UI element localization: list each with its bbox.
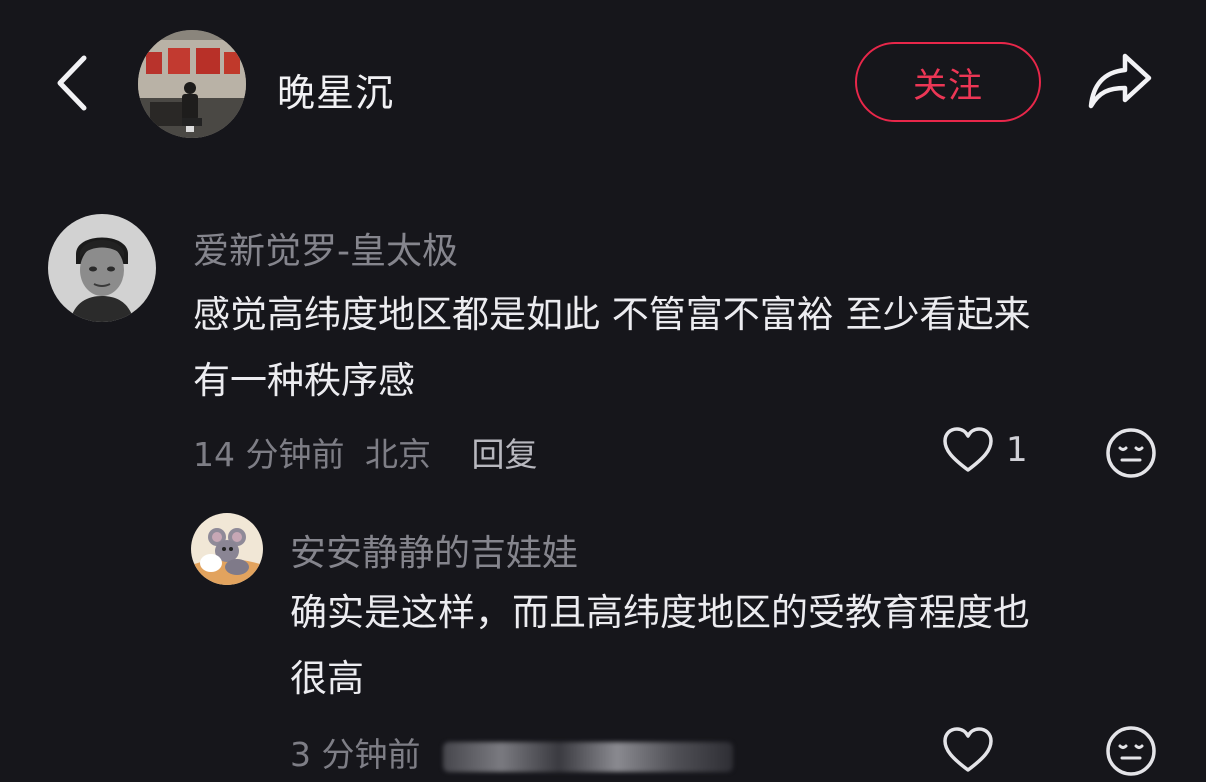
heart-icon [943, 727, 993, 772]
share-arrow-icon [1088, 53, 1152, 109]
back-chevron-icon [57, 55, 87, 111]
comment-text: 感觉高纬度地区都是如此 不管富不富裕 至少看起来 有一种秩序感 [193, 282, 1031, 414]
reply-like-button[interactable] [942, 726, 994, 774]
reply-dislike-button[interactable] [1104, 724, 1158, 782]
reply-meta: 3 分钟前 [290, 728, 733, 776]
blurred-location-overlay [443, 741, 733, 772]
neutral-face-icon [1106, 726, 1156, 776]
commenter-name[interactable]: 爱新觉罗-皇太极 [193, 222, 458, 274]
comment-text-line: 感觉高纬度地区都是如此 不管富不富裕 至少看起来 [193, 293, 1031, 336]
heart-icon [943, 427, 993, 472]
comment-meta: 14 分钟前 北京 回复 [193, 428, 537, 476]
dislike-button[interactable] [1104, 426, 1158, 484]
neutral-face-icon [1106, 428, 1156, 478]
reply-time: 3 分钟前 [290, 735, 421, 774]
like-button[interactable]: 1 [942, 426, 1028, 474]
reply-button[interactable]: 回复 [471, 435, 537, 474]
reply-text-line: 很高 [290, 657, 364, 700]
reply-user-name[interactable]: 安安静静的吉娃娃 [290, 524, 578, 576]
comment-time: 14 分钟前 [193, 435, 345, 474]
comment-location: 北京 [364, 435, 431, 474]
reply-text-line: 确实是这样，而且高纬度地区的受教育程度也 [290, 591, 1030, 634]
follow-button[interactable]: 关注 [855, 42, 1041, 122]
author-name[interactable]: 晚星沉 [277, 62, 394, 117]
reply-avatar[interactable] [191, 513, 263, 585]
comment-text-line: 有一种秩序感 [193, 359, 415, 402]
reply-text: 确实是这样，而且高纬度地区的受教育程度也 很高 [290, 580, 1030, 712]
reply-avatar-image [191, 513, 263, 585]
author-avatar-image [138, 30, 246, 138]
commenter-avatar[interactable] [48, 214, 156, 322]
back-button[interactable] [50, 52, 100, 114]
like-count: 1 [1006, 430, 1028, 470]
commenter-avatar-image [48, 214, 156, 322]
author-avatar[interactable] [138, 30, 246, 138]
share-button[interactable] [1085, 50, 1155, 114]
